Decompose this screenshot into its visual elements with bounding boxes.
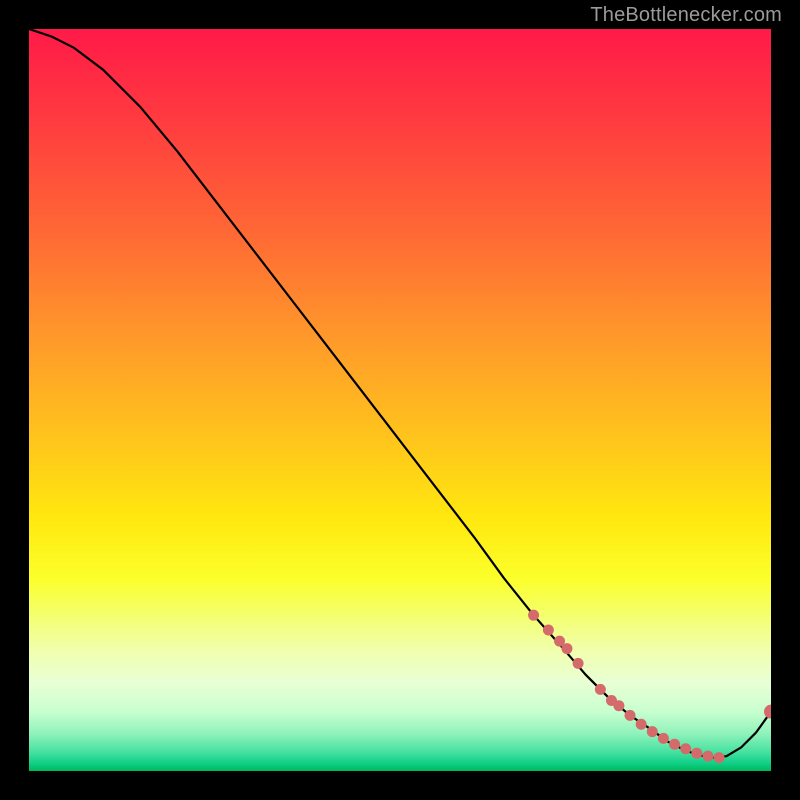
- marker-point: [764, 705, 771, 719]
- marker-point: [680, 743, 691, 754]
- curve-line: [29, 29, 771, 758]
- marker-point: [636, 719, 647, 730]
- marker-point: [714, 752, 725, 763]
- marker-group: [528, 610, 771, 763]
- marker-point: [528, 610, 539, 621]
- chart-stage: TheBottlenecker.com: [0, 0, 800, 800]
- marker-point: [613, 700, 624, 711]
- marker-point: [691, 748, 702, 759]
- marker-point: [625, 710, 636, 721]
- chart-svg: [29, 29, 771, 771]
- marker-point: [573, 658, 584, 669]
- marker-point: [658, 733, 669, 744]
- watermark-text: TheBottlenecker.com: [590, 4, 782, 27]
- marker-point: [702, 751, 713, 762]
- marker-point: [647, 726, 658, 737]
- marker-point: [561, 643, 572, 654]
- marker-point: [669, 739, 680, 750]
- plot-area: [29, 29, 771, 771]
- marker-point: [595, 684, 606, 695]
- marker-point: [543, 625, 554, 636]
